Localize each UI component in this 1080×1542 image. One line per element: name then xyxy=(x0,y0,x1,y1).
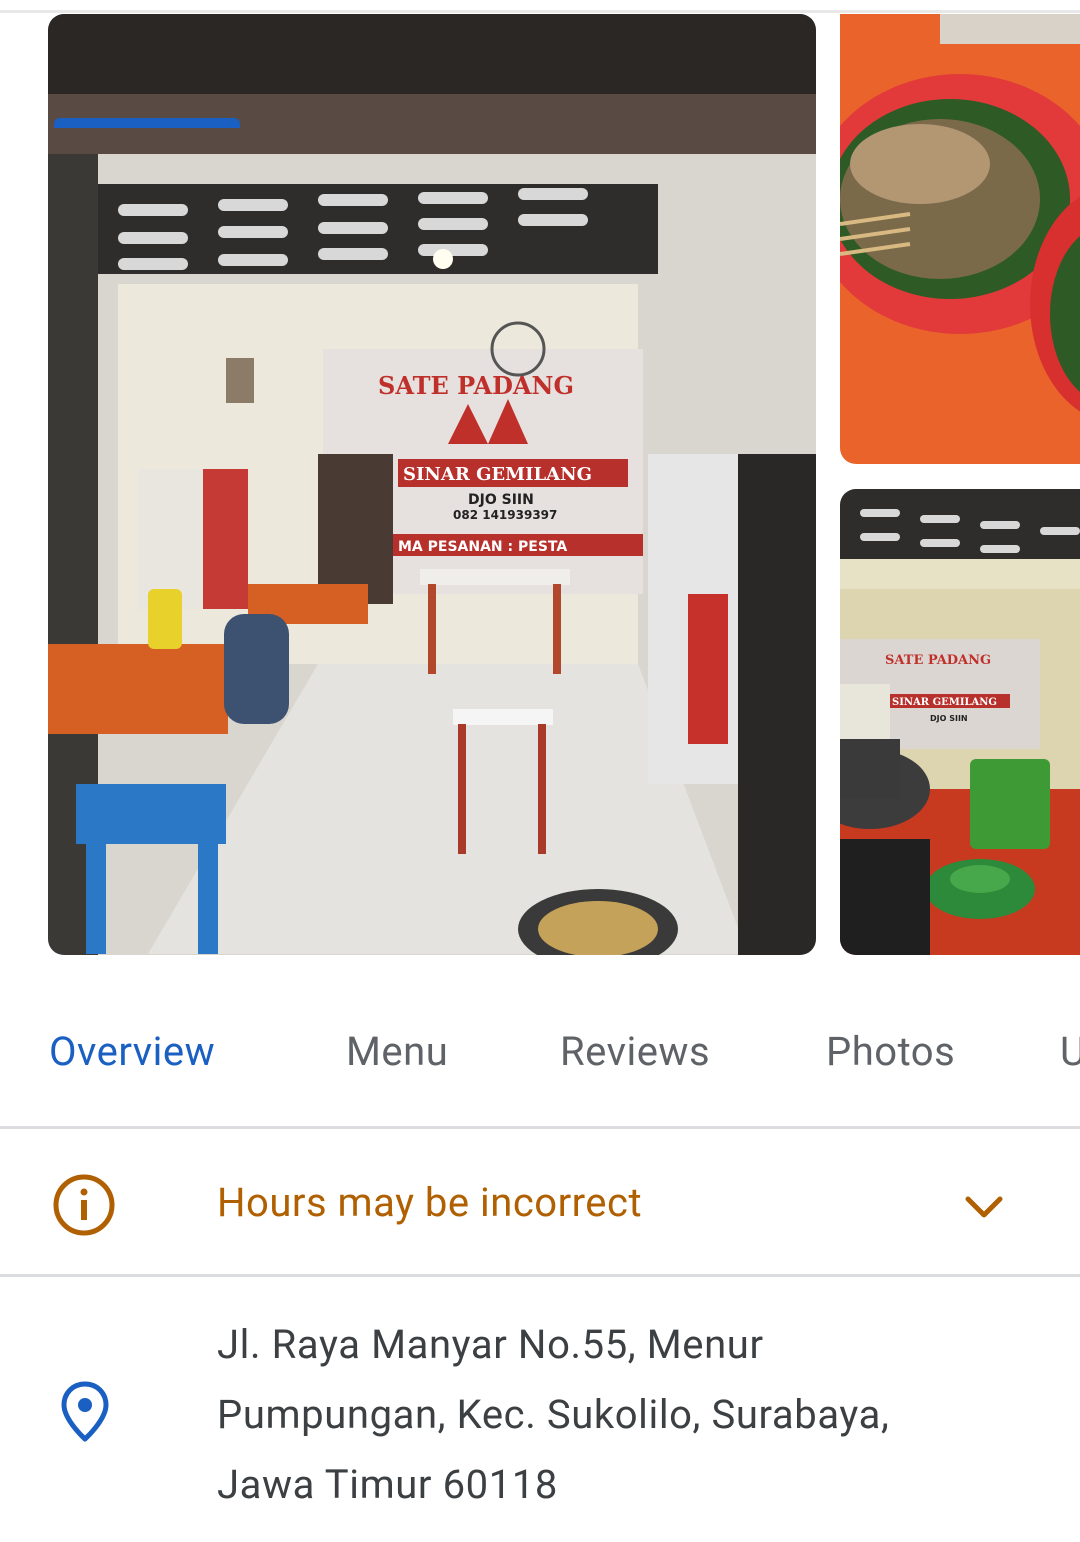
location-pin-icon xyxy=(61,1381,109,1442)
banner-owner: DJO SIIN xyxy=(468,492,534,508)
sate-dish-photo[interactable] xyxy=(840,14,1080,464)
hours-warning-row[interactable]: Hours may be incorrect xyxy=(0,1129,1080,1275)
tab-photos[interactable]: Photos xyxy=(826,1028,955,1075)
counter-banner-subtitle: SINAR GEMILANG xyxy=(892,697,997,708)
banner-subtitle: SINAR GEMILANG xyxy=(403,464,592,485)
banner-order: MA PESANAN : PESTA xyxy=(398,539,567,555)
counter-banner-title: SATE PADANG xyxy=(885,653,991,668)
place-tabs: Overview Menu Reviews Photos U xyxy=(0,1000,1080,1128)
restaurant-counter-photo[interactable]: SATE PADANG SINAR GEMILANG DJO SIIN xyxy=(840,489,1080,955)
main-photo[interactable]: SATE PADANG SINAR GEMILANG DJO SIIN 082 … xyxy=(48,14,816,955)
tab-overview[interactable]: Overview xyxy=(49,1028,215,1075)
hours-warning-text: Hours may be incorrect xyxy=(217,1179,643,1226)
tab-menu[interactable]: Menu xyxy=(346,1028,448,1075)
address-line-3: Jawa Timur 60118 xyxy=(217,1461,558,1508)
top-divider xyxy=(0,10,1080,13)
chevron-down-icon[interactable] xyxy=(960,1183,1008,1231)
address-row[interactable]: Jl. Raya Manyar No.55, Menur Pumpungan, … xyxy=(0,1277,1080,1542)
address-line-2: Pumpungan, Kec. Sukolilo, Surabaya, xyxy=(217,1391,890,1438)
banner-title: SATE PADANG xyxy=(378,371,574,400)
tab-reviews[interactable]: Reviews xyxy=(560,1028,710,1075)
address-line-1: Jl. Raya Manyar No.55, Menur xyxy=(217,1321,764,1368)
counter-banner-owner: DJO SIIN xyxy=(930,714,968,723)
active-tab-indicator xyxy=(54,118,240,128)
tab-updates-partial[interactable]: U xyxy=(1060,1028,1080,1075)
info-icon xyxy=(53,1174,115,1236)
banner-phone: 082 141939397 xyxy=(453,508,557,522)
